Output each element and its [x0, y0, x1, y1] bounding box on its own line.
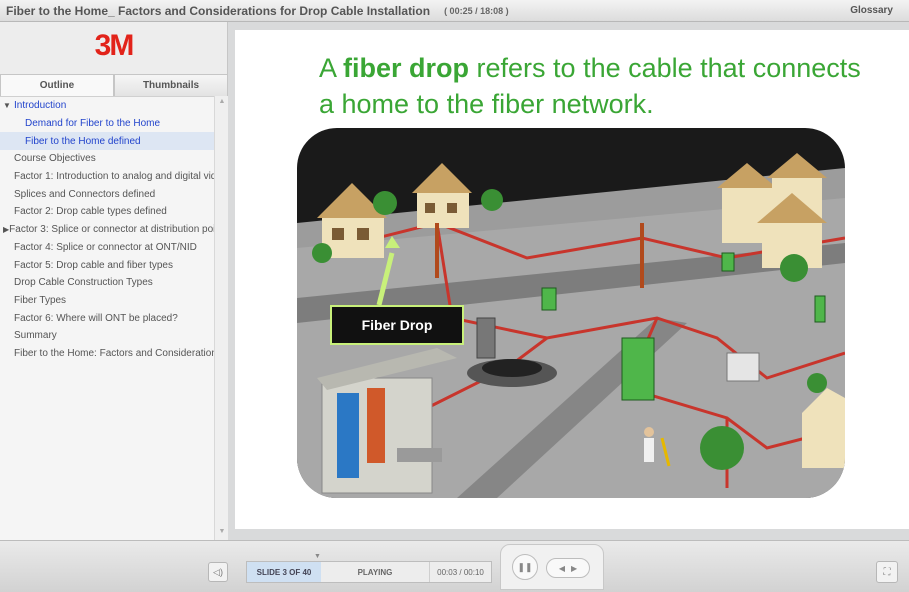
- scroll-up-icon[interactable]: ▲: [217, 98, 227, 108]
- outline-item-label: Factor 1: Introduction to analog and dig…: [14, 171, 214, 183]
- course-elapsed-time: ( 00:25 / 18:08 ): [444, 5, 509, 16]
- title-bar: Fiber to the Home_ Factors and Considera…: [0, 0, 909, 22]
- course-title: Fiber to the Home_ Factors and Considera…: [6, 3, 431, 18]
- tab-thumbnails[interactable]: Thumbnails: [114, 74, 228, 96]
- outline-item-label: Introduction: [14, 100, 67, 112]
- slide-canvas: A fiber drop refers to the cable that co…: [235, 30, 909, 529]
- expanded-arrow-icon[interactable]: ▼: [3, 101, 14, 110]
- outline-item-label: Factor 3: Splice or connector at distrib…: [9, 224, 214, 236]
- heading-prefix: A: [319, 53, 344, 83]
- player-bar: ◁) ▼ SLIDE 3 OF 40 PLAYING 00:03 / 00:10…: [0, 540, 909, 592]
- playback-controls: ❚❚ ◀ ▶: [500, 544, 604, 590]
- outline-item-label: Demand for Fiber to the Home: [25, 118, 161, 130]
- previous-slide-icon[interactable]: ◀: [559, 564, 565, 573]
- outline-item[interactable]: ▶ Factor 3: Splice or connector at distri…: [0, 221, 214, 239]
- outline-item-label: Factor 5: Drop cable and fiber types: [14, 259, 173, 271]
- outline-item[interactable]: ▼ Introduction: [0, 97, 214, 115]
- slide-time: 00:03 / 00:10: [429, 562, 491, 582]
- slide-nav-buttons: ◀ ▶: [546, 558, 590, 578]
- outline-item-label: Drop Cable Construction Types: [14, 277, 153, 289]
- outline-item[interactable]: Factor 5: Drop cable and fiber types: [0, 256, 214, 274]
- playback-state: PLAYING: [357, 567, 393, 577]
- pause-icon[interactable]: ❚❚: [512, 554, 538, 580]
- slide-counter: SLIDE 3 OF 40: [247, 562, 321, 582]
- logo-area: 3M: [0, 22, 227, 70]
- outline-item-label: Factor 4: Splice or connector at ONT/NID: [14, 241, 197, 253]
- outline-item[interactable]: Summary: [0, 327, 214, 345]
- fiber-drop-callout: Fiber Drop: [330, 305, 464, 345]
- outline-item[interactable]: Course Objectives: [0, 150, 214, 168]
- outline-list: ▼ Introduction Demand for Fiber to the Hom…: [0, 96, 214, 540]
- outline-item[interactable]: Demand for Fiber to the Home: [0, 115, 214, 133]
- outline-item-label: Factor 2: Drop cable types defined: [14, 206, 167, 218]
- progress-marker-icon: ▼: [314, 553, 321, 560]
- next-slide-icon[interactable]: ▶: [571, 564, 577, 573]
- outline-item-label: Fiber to the Home defined: [25, 135, 141, 147]
- playback-status: SLIDE 3 OF 40 PLAYING 00:03 / 00:10: [246, 561, 492, 583]
- outline-item-label: Splices and Connectors defined: [14, 188, 156, 200]
- outline-item-label: Fiber Types: [14, 294, 67, 306]
- tab-outline[interactable]: Outline: [0, 74, 114, 96]
- outline-item-label: Summary: [14, 330, 57, 342]
- outline-item[interactable]: Factor 4: Splice or connector at ONT/NID: [0, 239, 214, 257]
- house-center: [412, 163, 472, 228]
- scroll-down-icon[interactable]: ▼: [217, 528, 227, 538]
- glossary-link[interactable]: Glossary: [850, 5, 893, 16]
- outline-item-label: Course Objectives: [14, 153, 96, 165]
- outline-item[interactable]: Factor 1: Introduction to analog and dig…: [0, 168, 214, 186]
- fullscreen-icon[interactable]: ⛶: [876, 561, 898, 583]
- outline-item[interactable]: Fiber to the Home defined: [0, 132, 214, 151]
- slide-heading: A fiber drop refers to the cable that co…: [319, 50, 879, 122]
- speaker-icon[interactable]: ◁): [208, 562, 228, 582]
- heading-keyword: fiber drop: [343, 53, 470, 83]
- outline-item[interactable]: Factor 2: Drop cable types defined: [0, 203, 214, 221]
- outline-item[interactable]: Splices and Connectors defined: [0, 185, 214, 203]
- sidebar: 3M Outline Thumbnails ▼ Introduction Deman…: [0, 22, 228, 540]
- outline-item[interactable]: Fiber Types: [0, 292, 214, 310]
- outline-item-label: Fiber to the Home: Factors and Considera…: [14, 347, 214, 359]
- outline-item-label: Factor 6: Where will ONT be placed?: [14, 312, 178, 324]
- 3m-logo: 3M: [94, 29, 135, 62]
- sidebar-tabs: Outline Thumbnails: [0, 74, 228, 96]
- outline-scrollbar[interactable]: ▲ ▼: [214, 96, 228, 540]
- outline-item[interactable]: Drop Cable Construction Types: [0, 274, 214, 292]
- outline-item[interactable]: Fiber to the Home: Factors and Considera…: [0, 345, 214, 363]
- outline-item[interactable]: Factor 6: Where will ONT be placed?: [0, 309, 214, 327]
